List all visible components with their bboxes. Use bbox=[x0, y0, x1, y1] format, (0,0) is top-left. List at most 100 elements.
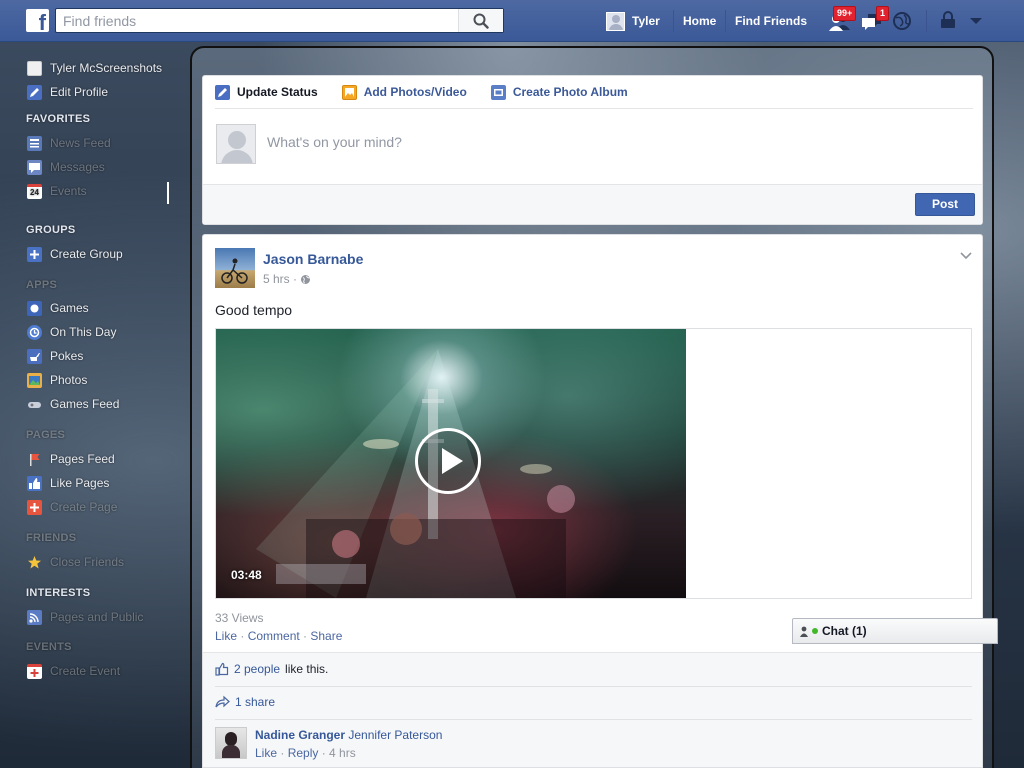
news-feed-icon bbox=[27, 135, 42, 151]
user-avatar bbox=[606, 11, 625, 31]
thumbs-up-icon bbox=[27, 475, 42, 491]
facebook-logo-icon[interactable]: f bbox=[26, 9, 49, 32]
sidebar-item-news-feed[interactable]: News Feed bbox=[27, 134, 111, 152]
comment-like-link[interactable]: Like bbox=[255, 746, 277, 760]
video-duration: 03:48 bbox=[231, 568, 262, 582]
album-icon bbox=[490, 84, 506, 100]
story-timestamp: 5 hrs · bbox=[263, 272, 311, 286]
sidebar-heading-groups: GROUPS bbox=[26, 224, 76, 236]
tab-add-photos-video[interactable]: Add Photos/Video bbox=[341, 84, 467, 100]
sidebar-item-edit-profile[interactable]: Edit Profile bbox=[27, 83, 108, 101]
comment-timestamp[interactable]: 4 hrs bbox=[329, 746, 356, 760]
sidebar-item-label: Create Page bbox=[50, 500, 118, 514]
sidebar-item-label: Close Friends bbox=[50, 555, 125, 569]
story-message: Good tempo bbox=[215, 302, 293, 318]
on-this-day-icon bbox=[27, 324, 42, 340]
nav-profile-link[interactable]: Tyler bbox=[606, 11, 660, 31]
friend-requests-jewel[interactable]: 99+ bbox=[828, 6, 857, 32]
shares-link[interactable]: 1 share bbox=[235, 695, 275, 709]
sidebar-item-messages[interactable]: Messages bbox=[27, 158, 105, 176]
sidebar-item-label: Tyler McScreenshots bbox=[50, 61, 163, 75]
sidebar-heading-interests: INTERESTS bbox=[26, 587, 91, 599]
like-link[interactable]: Like bbox=[215, 629, 237, 643]
sidebar-item-create-event[interactable]: Create Event bbox=[27, 662, 120, 680]
divider bbox=[215, 686, 972, 687]
story-author-link[interactable]: Jason Barnabe bbox=[263, 251, 363, 267]
online-status-dot bbox=[812, 628, 818, 634]
shares-summary: 1 share bbox=[215, 695, 275, 709]
likes-people-link[interactable]: 2 people bbox=[234, 662, 280, 676]
sidebar-item-label: Create Group bbox=[50, 247, 123, 261]
comment-reply-link[interactable]: Reply bbox=[288, 746, 319, 760]
profile-avatar-icon bbox=[27, 60, 42, 76]
search-input[interactable] bbox=[56, 9, 460, 32]
tab-update-status[interactable]: Update Status bbox=[215, 84, 318, 100]
sidebar-heading-apps: APPS bbox=[26, 279, 58, 291]
post-button[interactable]: Post bbox=[915, 193, 975, 216]
chat-sidebar-tab[interactable]: Chat (1) bbox=[792, 618, 998, 644]
sidebar-item-create-page[interactable]: Create Page bbox=[27, 498, 117, 516]
play-button-icon[interactable] bbox=[415, 428, 481, 494]
sidebar-item-close-friends[interactable]: Close Friends bbox=[27, 553, 124, 571]
sidebar-item-pages-and-public[interactable]: Pages and Public bbox=[27, 608, 143, 626]
search-icon bbox=[473, 13, 489, 29]
sidebar-item-on-this-day[interactable]: On This Day bbox=[27, 323, 116, 341]
commenter-avatar[interactable] bbox=[215, 727, 247, 759]
composer-footer: Post bbox=[203, 184, 982, 224]
sidebar-item-like-pages[interactable]: Like Pages bbox=[27, 474, 109, 492]
messages-jewel[interactable]: 1 bbox=[860, 6, 890, 32]
nav-divider bbox=[673, 10, 674, 32]
likes-suffix: like this. bbox=[285, 662, 329, 676]
story-time-text[interactable]: 5 hrs · bbox=[263, 272, 297, 286]
create-page-icon bbox=[27, 499, 42, 515]
story-options-button[interactable] bbox=[960, 250, 972, 264]
friend-requests-badge: 99+ bbox=[833, 6, 857, 21]
sidebar-item-games-feed[interactable]: Games Feed bbox=[27, 395, 119, 413]
author-avatar[interactable] bbox=[215, 248, 255, 288]
status-input[interactable]: What's on your mind? bbox=[267, 134, 867, 150]
search-button[interactable] bbox=[458, 9, 503, 32]
create-event-icon bbox=[27, 663, 42, 679]
top-navigation-bar: f Tyler Home Find Friends 99+ 1 bbox=[0, 0, 1024, 42]
person-icon bbox=[800, 626, 808, 637]
privacy-lock-icon bbox=[941, 11, 955, 28]
poke-finger-icon bbox=[27, 348, 42, 364]
sidebar-item-label: Create Event bbox=[50, 664, 121, 678]
sidebar-item-profile[interactable]: Tyler McScreenshots bbox=[27, 59, 162, 77]
cyclist-photo-icon bbox=[221, 258, 248, 284]
sidebar-item-photos[interactable]: Photos bbox=[27, 371, 87, 389]
commenter-name-link[interactable]: Nadine Granger bbox=[255, 728, 345, 742]
share-link[interactable]: Share bbox=[310, 629, 342, 643]
composer-tabs: Update Status Add Photos/Video Create Ph… bbox=[215, 76, 973, 109]
sidebar-item-label: Pages and Public bbox=[50, 610, 144, 624]
comment-link[interactable]: Comment bbox=[248, 629, 300, 643]
nav-divider bbox=[926, 10, 927, 32]
nav-find-friends-link[interactable]: Find Friends bbox=[735, 14, 807, 28]
create-group-icon bbox=[27, 246, 42, 262]
feed-story: Jason Barnabe 5 hrs · Good tempo 03:48 3… bbox=[202, 234, 983, 768]
sidebar-item-pages-feed[interactable]: Pages Feed bbox=[27, 450, 115, 468]
active-item-indicator bbox=[167, 182, 169, 204]
sidebar-heading-pages: PAGES bbox=[26, 429, 66, 441]
flag-icon bbox=[27, 452, 42, 467]
story-actions: Like · Comment · Share bbox=[215, 629, 343, 643]
tab-label: Add Photos/Video bbox=[363, 85, 467, 99]
sidebar-item-create-group[interactable]: Create Group bbox=[27, 245, 123, 263]
sidebar-item-label: Games Feed bbox=[50, 397, 120, 411]
notifications-jewel[interactable] bbox=[891, 10, 915, 32]
sidebar-item-label: Messages bbox=[50, 160, 105, 174]
account-settings-button[interactable] bbox=[966, 10, 990, 32]
sidebar-item-label: Pages Feed bbox=[50, 452, 115, 466]
nav-home-link[interactable]: Home bbox=[683, 14, 716, 28]
sidebar-item-pokes[interactable]: Pokes bbox=[27, 347, 83, 365]
feedback-section: 2 people like this. 1 share Nadine Grang… bbox=[203, 652, 982, 767]
tab-create-photo-album[interactable]: Create Photo Album bbox=[490, 84, 628, 100]
sidebar-item-events[interactable]: 24 Events bbox=[27, 182, 87, 200]
nav-user-name: Tyler bbox=[632, 14, 660, 28]
tagged-person-link[interactable]: Jennifer Paterson bbox=[348, 728, 442, 742]
sidebar-item-games[interactable]: Games bbox=[27, 299, 89, 317]
star-icon bbox=[27, 555, 42, 570]
video-player[interactable]: 03:48 bbox=[216, 329, 686, 598]
privacy-shortcuts-button[interactable] bbox=[938, 10, 962, 32]
sidebar-item-label: Games bbox=[50, 301, 89, 315]
